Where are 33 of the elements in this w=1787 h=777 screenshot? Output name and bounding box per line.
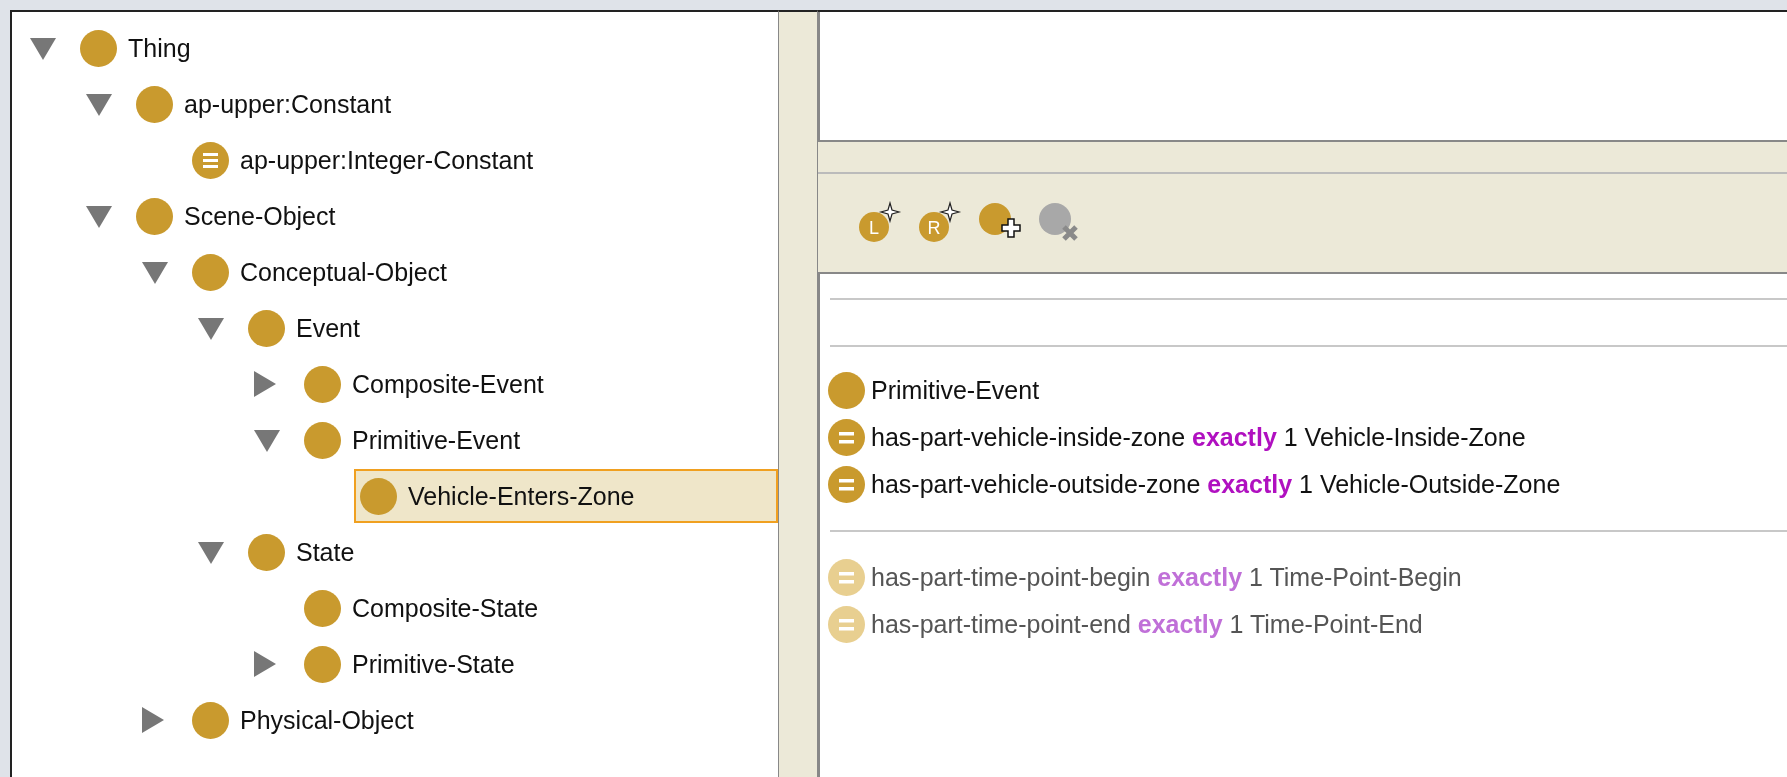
tree-item[interactable]: Primitive-State	[304, 639, 515, 689]
tree-item[interactable]: Primitive-Event	[304, 415, 521, 465]
expanded-triangle-icon[interactable]	[86, 204, 112, 228]
expanded-triangle-icon[interactable]	[198, 316, 224, 340]
collapsed-triangle-icon[interactable]	[254, 371, 276, 397]
collapsed-triangle-icon[interactable]	[254, 651, 276, 677]
tree-item[interactable]: Event	[248, 303, 360, 353]
restriction-text: has-part-vehicle-outside-zone exactly 1 Vehicle-Outside-Zone	[871, 470, 1561, 499]
tree-item[interactable]: ap-upper:Integer-Constant	[192, 135, 534, 185]
restriction-text: has-part-time-point-end exactly 1 Time-Point-End	[871, 610, 1423, 639]
selected-tree-item[interactable]: Vehicle-Enters-Zone	[354, 469, 778, 523]
restriction-icon	[828, 559, 865, 596]
expanded-triangle-icon[interactable]	[142, 260, 168, 284]
restriction-text: has-part-vehicle-inside-zone exactly 1 Vehicle-Inside-Zone	[871, 423, 1526, 452]
tree-item[interactable]: Scene-Object	[136, 191, 336, 241]
tree-item[interactable]: State	[248, 527, 355, 577]
superclass-text: Primitive-Event	[871, 376, 1040, 405]
tree-item[interactable]: Conceptual-Object	[192, 247, 448, 297]
restriction-icon	[828, 606, 865, 643]
class-icon	[828, 372, 865, 409]
restriction-text: has-part-time-point-begin exactly 1 Time-Point-Begin	[871, 563, 1462, 592]
tree-item[interactable]: Composite-Event	[304, 359, 544, 409]
tree-item[interactable]: Thing	[80, 23, 191, 73]
expanded-triangle-icon[interactable]	[198, 540, 224, 564]
collapsed-triangle-icon[interactable]	[142, 707, 164, 733]
tree-item[interactable]: ap-upper:Constant	[136, 79, 392, 129]
tree-item[interactable]: Composite-State	[304, 583, 539, 633]
tree-item[interactable]: Physical-Object	[192, 695, 414, 745]
expanded-triangle-icon[interactable]	[86, 92, 112, 116]
expanded-triangle-icon[interactable]	[30, 36, 56, 60]
restriction-icon	[828, 419, 865, 456]
restriction-icon	[828, 466, 865, 503]
expanded-triangle-icon[interactable]	[254, 428, 280, 452]
